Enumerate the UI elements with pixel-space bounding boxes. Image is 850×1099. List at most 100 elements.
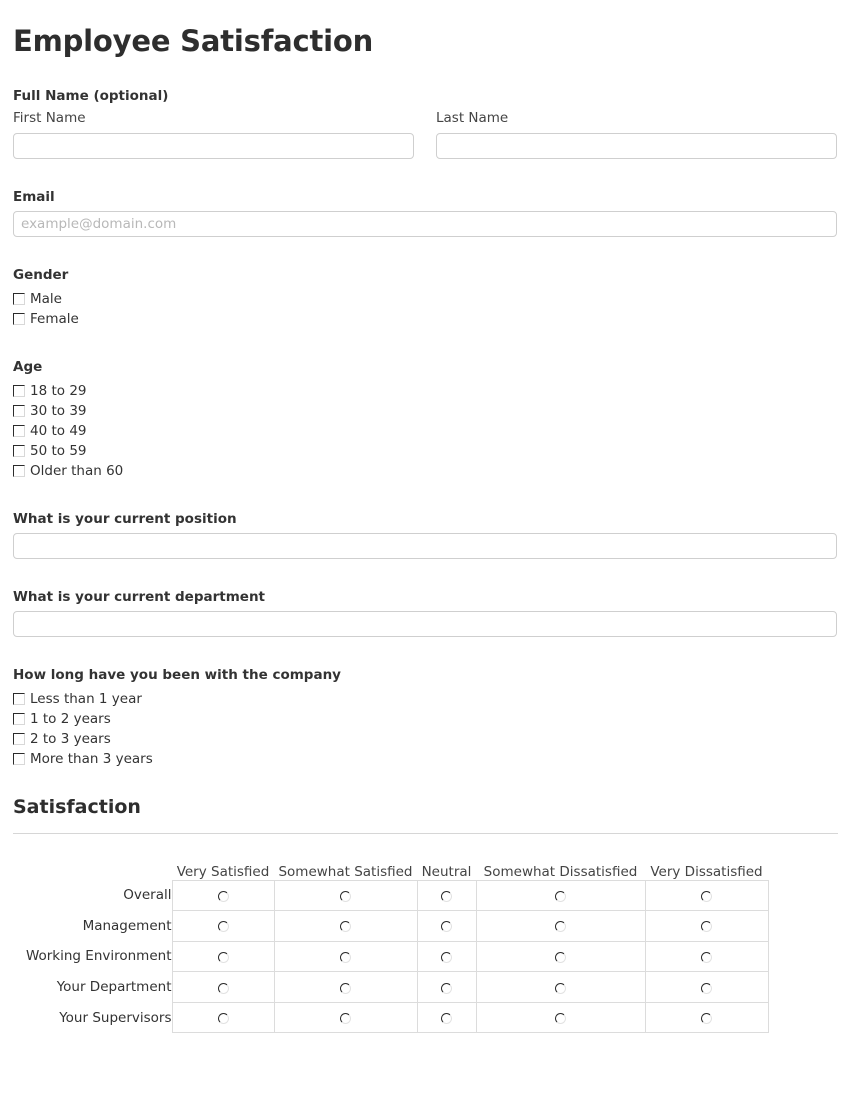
full-name-row: First Name Last Name [13,110,837,159]
checkbox-icon[interactable] [13,292,25,305]
matrix-cell[interactable] [416,971,477,1003]
department-input[interactable] [13,611,837,637]
matrix-cell[interactable] [475,1001,646,1034]
gender-option[interactable]: Male [13,289,837,309]
matrix-cell[interactable] [475,971,646,1003]
checkbox-icon[interactable] [13,404,25,417]
checkbox-icon[interactable] [13,464,25,477]
last-name-input[interactable] [436,133,837,159]
radio-icon[interactable] [555,1013,566,1025]
matrix-cell[interactable] [475,940,646,973]
radio-icon[interactable] [441,1013,452,1025]
first-name-input[interactable] [13,133,414,159]
matrix-cell[interactable] [273,879,418,912]
checkbox-icon[interactable] [13,424,25,437]
matrix-cell[interactable] [475,910,646,942]
radio-icon[interactable] [340,1013,351,1025]
checkbox-icon[interactable] [13,712,25,725]
age-option[interactable]: Older than 60 [13,461,837,481]
radio-icon[interactable] [217,982,229,994]
matrix-cell[interactable] [273,910,418,942]
tenure-option[interactable]: 1 to 2 years [13,709,837,729]
satisfaction-section-title: Satisfaction [13,796,141,818]
checkbox-icon[interactable] [13,692,25,705]
radio-icon[interactable] [701,982,712,994]
radio-icon[interactable] [555,890,566,902]
department-label: What is your current department [13,589,266,605]
matrix-cell[interactable] [171,971,275,1003]
matrix-cell[interactable] [644,1001,769,1034]
radio-icon[interactable] [441,921,452,933]
checkbox-icon[interactable] [13,732,25,745]
tenure-field-block: How long have you been with the company … [13,667,837,769]
age-option-label: 30 to 39 [30,403,87,419]
radio-icon[interactable] [217,890,229,902]
radio-icon[interactable] [441,982,452,994]
age-option[interactable]: 40 to 49 [13,421,837,441]
radio-icon[interactable] [701,1013,712,1025]
gender-field-block: Gender Male Female [13,267,837,329]
matrix-cell[interactable] [273,971,418,1003]
checkbox-icon[interactable] [13,312,25,325]
matrix-cell[interactable] [644,910,769,942]
matrix-cell[interactable] [273,1001,418,1034]
radio-icon[interactable] [441,951,452,963]
matrix-cell[interactable] [416,940,477,973]
position-field-block: What is your current position [13,511,837,559]
matrix-cell[interactable] [644,879,769,912]
position-label: What is your current position [13,511,237,527]
radio-icon[interactable] [555,921,566,933]
radio-icon[interactable] [217,1013,229,1025]
matrix-cell[interactable] [416,910,477,942]
radio-icon[interactable] [340,921,351,933]
matrix-cell[interactable] [644,940,769,973]
matrix-row-label: Your Supervisors [59,1009,172,1026]
radio-icon[interactable] [340,890,351,902]
radio-icon[interactable] [340,951,351,963]
tenure-option-list: Less than 1 year 1 to 2 years 2 to 3 yea… [13,689,837,769]
email-input[interactable] [13,211,837,237]
radio-icon[interactable] [441,890,452,902]
matrix-row: Management [13,910,769,942]
age-option-label: Older than 60 [30,463,124,479]
checkbox-icon[interactable] [13,752,25,765]
age-option[interactable]: 18 to 29 [13,381,837,401]
tenure-option[interactable]: More than 3 years [13,749,837,769]
matrix-cell[interactable] [171,879,275,912]
age-option-label: 18 to 29 [30,383,87,399]
matrix-cell[interactable] [171,1001,275,1034]
tenure-option-label: Less than 1 year [30,691,142,707]
radio-icon[interactable] [701,921,712,933]
matrix-cell[interactable] [644,971,769,1003]
radio-icon[interactable] [217,951,229,963]
radio-icon[interactable] [555,951,566,963]
tenure-option-label: More than 3 years [30,751,153,767]
gender-option-label: Female [30,311,79,327]
age-option[interactable]: 50 to 59 [13,441,837,461]
matrix-cell[interactable] [475,879,646,912]
form-page: Employee Satisfaction Full Name (optiona… [0,0,850,1034]
checkbox-icon[interactable] [13,384,25,397]
matrix-cell[interactable] [416,1001,477,1034]
satisfaction-section: Satisfaction Very Satisfied Somewhat Sati… [13,795,838,1034]
tenure-option[interactable]: 2 to 3 years [13,729,837,749]
tenure-option[interactable]: Less than 1 year [13,689,837,709]
matrix-cell[interactable] [171,910,275,942]
matrix-cell[interactable] [416,879,477,912]
radio-icon[interactable] [555,982,566,994]
matrix-cell[interactable] [273,940,418,973]
position-input[interactable] [13,533,837,559]
radio-icon[interactable] [217,921,229,933]
matrix-cell[interactable] [171,940,275,973]
checkbox-icon[interactable] [13,444,25,457]
matrix-column-header: Very Satisfied [176,863,270,880]
satisfaction-matrix: Very Satisfied Somewhat Satisfied Neutral S… [13,854,769,1034]
first-name-label: First Name [13,110,86,126]
gender-option-list: Male Female [13,289,837,329]
radio-icon[interactable] [701,890,712,902]
radio-icon[interactable] [701,951,712,963]
radio-icon[interactable] [340,982,351,994]
tenure-option-label: 2 to 3 years [30,731,111,747]
gender-option[interactable]: Female [13,309,837,329]
age-option[interactable]: 30 to 39 [13,401,837,421]
